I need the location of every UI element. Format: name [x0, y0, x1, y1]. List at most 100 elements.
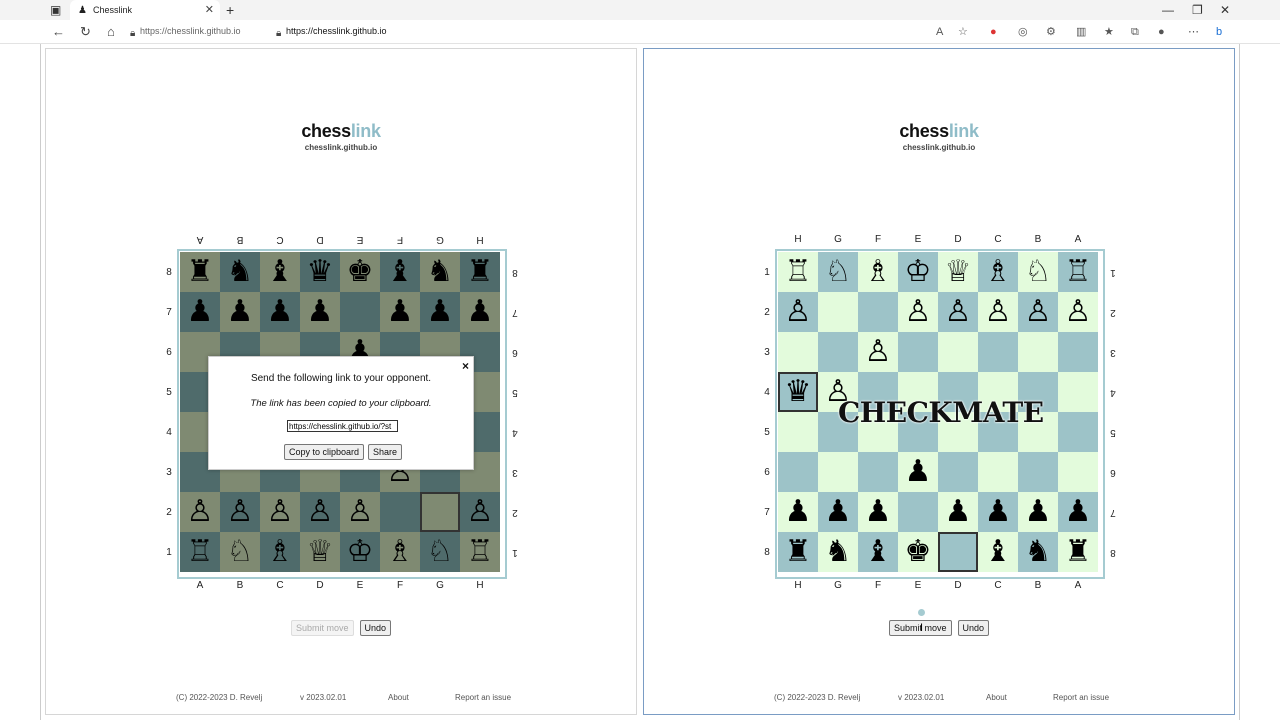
address-ghost[interactable]: https://chesslink.github.io	[140, 26, 241, 36]
board-square[interactable]: ♖	[180, 532, 220, 572]
board-square[interactable]	[778, 452, 818, 492]
board-square[interactable]: ♔	[898, 252, 938, 292]
board-square[interactable]: ♝	[380, 252, 420, 292]
board-square[interactable]: ♟	[180, 292, 220, 332]
board-square[interactable]: ♟	[938, 492, 978, 532]
chess-piece[interactable]: ♗	[267, 532, 294, 572]
chess-piece[interactable]: ♛	[785, 372, 812, 412]
chess-piece[interactable]: ♟	[267, 292, 294, 332]
chess-piece[interactable]: ♞	[1025, 532, 1052, 572]
board-square[interactable]: ♙	[180, 492, 220, 532]
board-square[interactable]: ♕	[938, 252, 978, 292]
board-square[interactable]	[898, 492, 938, 532]
board-square[interactable]	[1058, 412, 1098, 452]
board-square[interactable]: ♙	[460, 492, 500, 532]
board-square[interactable]	[1058, 332, 1098, 372]
board-square[interactable]: ♚	[898, 532, 938, 572]
board-square[interactable]: ♞	[1018, 532, 1058, 572]
chess-piece[interactable]: ♗	[865, 252, 892, 292]
board-square[interactable]	[898, 332, 938, 372]
report-issue-link[interactable]: Report an issue	[455, 693, 511, 702]
board-square[interactable]: ♘	[420, 532, 460, 572]
copilot-icon[interactable]: b	[1216, 24, 1222, 40]
board-square[interactable]: ♙	[898, 292, 938, 332]
board-square[interactable]	[818, 292, 858, 332]
chess-piece[interactable]: ♖	[187, 532, 214, 572]
split-screen-icon[interactable]: ▥	[1076, 24, 1086, 40]
board-square[interactable]: ♙	[778, 292, 818, 332]
undo-button[interactable]: Undo	[359, 620, 392, 636]
chess-piece[interactable]: ♘	[1025, 252, 1052, 292]
chess-piece[interactable]: ♟	[865, 492, 892, 532]
chess-piece[interactable]: ♖	[467, 532, 494, 572]
board-square[interactable]	[818, 332, 858, 372]
chess-piece[interactable]: ♜	[187, 252, 214, 292]
chess-piece[interactable]: ♟	[187, 292, 214, 332]
chess-piece[interactable]: ♙	[307, 492, 334, 532]
board-square[interactable]: ♘	[818, 252, 858, 292]
board-square[interactable]: ♗	[978, 252, 1018, 292]
favorite-icon[interactable]: ☆	[958, 24, 968, 40]
board-square[interactable]: ♜	[1058, 532, 1098, 572]
favorites-icon[interactable]: ★	[1104, 24, 1114, 40]
board-square[interactable]	[858, 452, 898, 492]
chess-piece[interactable]: ♟	[307, 292, 334, 332]
board-square[interactable]: ♙	[260, 492, 300, 532]
chess-piece[interactable]: ♙	[267, 492, 294, 532]
board-square[interactable]: ♞	[220, 252, 260, 292]
board-square[interactable]: ♖	[460, 532, 500, 572]
board-square[interactable]: ♞	[818, 532, 858, 572]
chess-piece[interactable]: ♙	[865, 332, 892, 372]
board-square[interactable]: ♙	[938, 292, 978, 332]
board-square[interactable]	[340, 292, 380, 332]
board-square[interactable]: ♔	[340, 532, 380, 572]
board-square[interactable]: ♙	[1018, 292, 1058, 332]
chess-piece[interactable]: ♟	[1065, 492, 1092, 532]
chess-piece[interactable]: ♛	[307, 252, 334, 292]
chess-piece[interactable]: ♔	[347, 532, 374, 572]
copy-to-clipboard-button[interactable]: Copy to clipboard	[284, 444, 365, 460]
new-tab-icon[interactable]: +	[226, 2, 234, 18]
chess-piece[interactable]: ♗	[985, 252, 1012, 292]
board-square[interactable]: ♙	[340, 492, 380, 532]
board-square[interactable]: ♟	[818, 492, 858, 532]
board-square[interactable]	[938, 332, 978, 372]
board-square[interactable]	[938, 452, 978, 492]
chess-piece[interactable]: ♞	[427, 252, 454, 292]
profile-icon[interactable]: ●	[1158, 24, 1165, 40]
board-square[interactable]	[938, 532, 978, 572]
chess-piece[interactable]: ♟	[427, 292, 454, 332]
address-input[interactable]: https://chesslink.github.io	[286, 26, 387, 36]
board-square[interactable]: ♛	[300, 252, 340, 292]
board-square[interactable]: ♟	[260, 292, 300, 332]
chess-piece[interactable]: ♕	[945, 252, 972, 292]
board-square[interactable]: ♟	[460, 292, 500, 332]
board-square[interactable]: ♝	[858, 532, 898, 572]
extension-icon[interactable]: ●	[990, 24, 997, 40]
chess-piece[interactable]: ♞	[227, 252, 254, 292]
chess-piece[interactable]: ♙	[467, 492, 494, 532]
chess-piece[interactable]: ♗	[387, 532, 414, 572]
board-square[interactable]: ♟	[978, 492, 1018, 532]
close-tab-icon[interactable]: ✕	[205, 3, 214, 16]
extensions-icon[interactable]: ⚙	[1046, 24, 1056, 40]
browser-tab[interactable]: ♟ Chesslink ✕	[70, 0, 220, 20]
chess-piece[interactable]: ♜	[467, 252, 494, 292]
chess-piece[interactable]: ♙	[347, 492, 374, 532]
chess-piece[interactable]: ♙	[985, 292, 1012, 332]
board-square[interactable]	[1018, 332, 1058, 372]
board-square[interactable]: ♘	[220, 532, 260, 572]
board-square[interactable]: ♙	[220, 492, 260, 532]
chess-piece[interactable]: ♕	[307, 532, 334, 572]
board-square[interactable]	[978, 452, 1018, 492]
chess-piece[interactable]: ♘	[825, 252, 852, 292]
share-button[interactable]: Share	[368, 444, 403, 460]
chess-piece[interactable]: ♙	[187, 492, 214, 532]
collections-icon[interactable]: ⧉	[1131, 24, 1139, 40]
board-square[interactable]	[778, 332, 818, 372]
restore-icon[interactable]: ❐	[1192, 2, 1203, 18]
board-square[interactable]: ♖	[778, 252, 818, 292]
board-square[interactable]	[420, 492, 460, 532]
report-issue-link[interactable]: Report an issue	[1053, 693, 1109, 702]
board-square[interactable]: ♜	[180, 252, 220, 292]
